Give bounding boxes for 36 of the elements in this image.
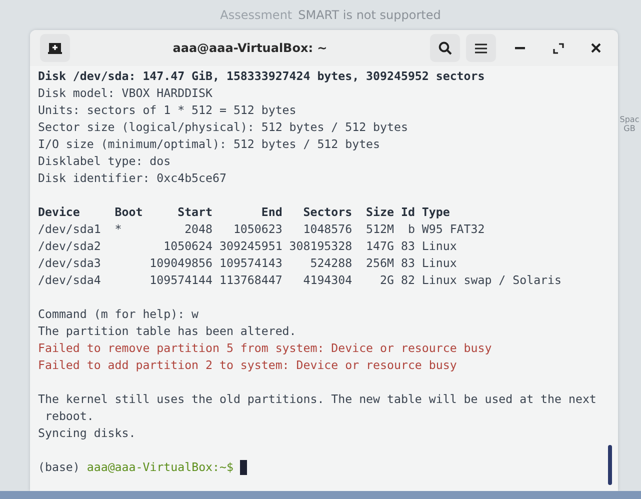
minimize-icon <box>515 46 525 50</box>
terminal-line: I/O size (minimum/optimal): 512 bytes / 512 bytes <box>38 136 380 153</box>
scrollbar-thumb[interactable] <box>608 445 612 485</box>
terminal-line: Units: sectors of 1 * 512 = 512 bytes <box>38 102 296 119</box>
error-line: Failed to add partition 2 to system: Device or resource busy <box>38 357 457 374</box>
terminal-line: Disklabel type: dos <box>38 153 171 170</box>
terminal-line: /dev/sda2 1050624 309245951 308195328 147G 83 Linux <box>38 238 457 255</box>
background-text: Spac <box>620 115 640 124</box>
prompt-prefix: (base) <box>38 459 80 476</box>
search-icon <box>438 41 452 55</box>
close-icon <box>591 43 601 53</box>
window-title: aaa@aaa-VirtualBox: ~ <box>172 41 328 55</box>
terminal-line: The kernel still uses the old partitions. The new table will be used at the next reboot. <box>38 391 596 425</box>
new-tab-icon <box>48 42 62 54</box>
terminal-line: Disk /dev/sda: 147.47 GiB, 158333927424 bytes, 309245952 sectors <box>38 68 485 85</box>
new-tab-button[interactable] <box>40 34 70 62</box>
error-line: Failed to remove partition 5 from system: Device or resource busy <box>38 340 492 357</box>
background-label: Assessment <box>220 8 292 22</box>
terminal-line: Disk identifier: 0xc4b5ce67 <box>38 170 226 187</box>
terminal-line: /dev/sda3 109049856 109574143 524288 256M 83 Linux <box>38 255 457 272</box>
terminal-line: The partition table has been altered. <box>38 323 296 340</box>
terminal-line: Device Boot Start End Sectors Size Id Type <box>38 204 450 221</box>
menu-button[interactable] <box>466 34 496 62</box>
terminal-line: Sector size (logical/physical): 512 bytes / 512 bytes <box>38 119 408 136</box>
background-message: SMART is not supported <box>298 8 441 22</box>
text-cursor <box>240 460 248 475</box>
background-text: GB <box>624 124 636 133</box>
maximize-icon <box>552 42 564 54</box>
shell-prompt: aaa@aaa-VirtualBox:~$ <box>86 459 234 476</box>
terminal-line: Command (m for help): w <box>38 306 199 323</box>
terminal-line: /dev/sda4 109574144 113768447 4194304 2G 82 Linux swap / Solaris <box>38 272 562 289</box>
menu-icon <box>475 42 487 54</box>
search-button[interactable] <box>430 34 460 62</box>
terminal-line: Syncing disks. <box>38 425 136 442</box>
terminal-line: /dev/sda1 * 2048 1050623 1048576 512M b W95 FAT32 <box>38 221 485 238</box>
terminal-line: Disk model: VBOX HARDDISK <box>38 85 213 102</box>
